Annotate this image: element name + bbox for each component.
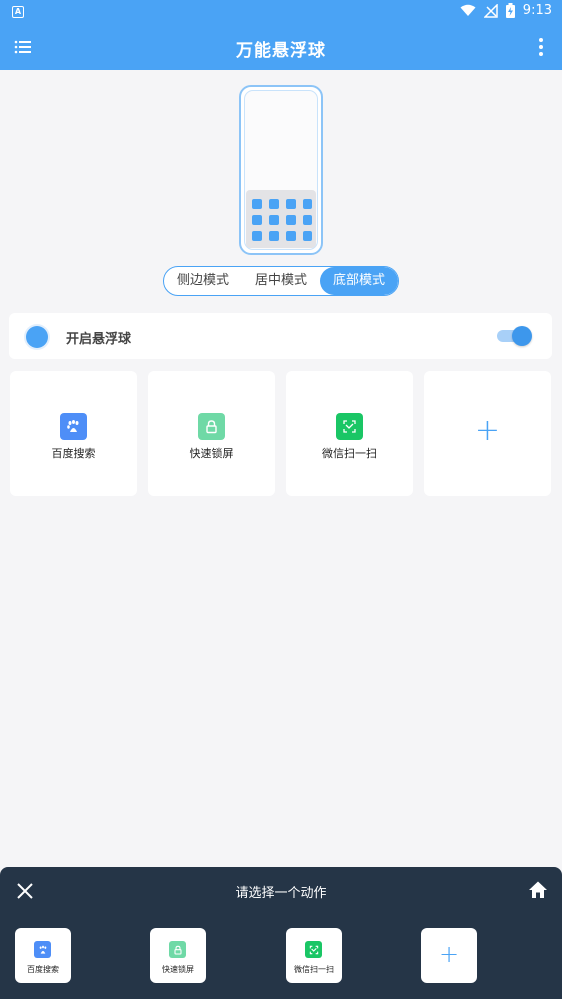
switch-knob xyxy=(512,326,532,346)
enable-floating-ball-label: 开启悬浮球 xyxy=(66,332,132,347)
phone-dock xyxy=(246,190,316,248)
add-icon: + xyxy=(438,940,460,968)
dock-app-dot xyxy=(303,199,312,209)
status-time: 9:13 xyxy=(522,3,552,18)
a-square-icon: A xyxy=(12,6,24,18)
sheet-item-baidu-search[interactable]: 百度搜索 xyxy=(15,928,71,983)
action-card-label: 百度搜索 xyxy=(51,447,96,460)
wifi-icon xyxy=(460,4,476,16)
battery-charging-icon xyxy=(505,3,515,18)
dock-app-dot xyxy=(303,215,312,225)
sheet-item-wechat-scan[interactable]: 微信扫一扫 xyxy=(286,928,342,983)
no-signal-icon xyxy=(483,3,498,18)
dock-app-dot xyxy=(269,199,279,209)
add-action-card[interactable]: + xyxy=(424,371,551,496)
baidu-paw-icon xyxy=(34,941,51,958)
mode-center[interactable]: 居中模式 xyxy=(242,267,320,295)
action-card-label: 快速锁屏 xyxy=(189,447,234,460)
scan-icon xyxy=(336,413,363,440)
mode-bottom[interactable]: 底部模式 xyxy=(320,267,398,295)
scan-icon xyxy=(305,941,322,958)
phone-preview xyxy=(239,85,323,255)
sheet-item-label: 百度搜索 xyxy=(27,965,59,974)
sheet-item-label: 快速锁屏 xyxy=(162,965,194,974)
more-vert-icon[interactable] xyxy=(538,37,544,57)
status-bar: A 9:13 xyxy=(0,0,562,24)
home-icon[interactable] xyxy=(528,880,548,900)
action-picker-sheet: 请选择一个动作 百度搜索 快速锁屏 微信扫一扫 + xyxy=(0,867,562,999)
baidu-paw-icon xyxy=(60,413,87,440)
lock-icon xyxy=(198,413,225,440)
sheet-item-label: 微信扫一扫 xyxy=(294,965,334,974)
action-card-wechat-scan[interactable]: 微信扫一扫 xyxy=(286,371,413,496)
dock-app-dot xyxy=(269,215,279,225)
action-card-quick-lock[interactable]: 快速锁屏 xyxy=(148,371,275,496)
mode-selector: 侧边模式 居中模式 底部模式 xyxy=(163,266,399,296)
action-card-label: 微信扫一扫 xyxy=(322,447,377,460)
status-icons: 9:13 xyxy=(460,3,552,18)
dock-app-dot xyxy=(286,231,296,241)
dock-app-dot xyxy=(252,231,262,241)
add-icon: + xyxy=(474,413,501,448)
lock-icon xyxy=(169,941,186,958)
enable-floating-ball-switch[interactable] xyxy=(497,326,532,346)
enable-floating-ball-row: 开启悬浮球 xyxy=(9,313,552,359)
page-title: 万能悬浮球 xyxy=(236,41,326,61)
dock-app-dot xyxy=(252,199,262,209)
dock-app-dot xyxy=(303,231,312,241)
sheet-title: 请选择一个动作 xyxy=(235,886,327,901)
mode-side[interactable]: 侧边模式 xyxy=(164,267,242,295)
dock-app-dot xyxy=(286,215,296,225)
dock-app-dot xyxy=(252,215,262,225)
app-bar: 万能悬浮球 xyxy=(0,24,562,70)
floating-ball-icon xyxy=(26,326,48,348)
sheet-item-quick-lock[interactable]: 快速锁屏 xyxy=(150,928,206,983)
dock-app-dot xyxy=(286,199,296,209)
dock-app-dot xyxy=(269,231,279,241)
action-card-baidu-search[interactable]: 百度搜索 xyxy=(10,371,137,496)
sheet-add-item[interactable]: + xyxy=(421,928,477,983)
